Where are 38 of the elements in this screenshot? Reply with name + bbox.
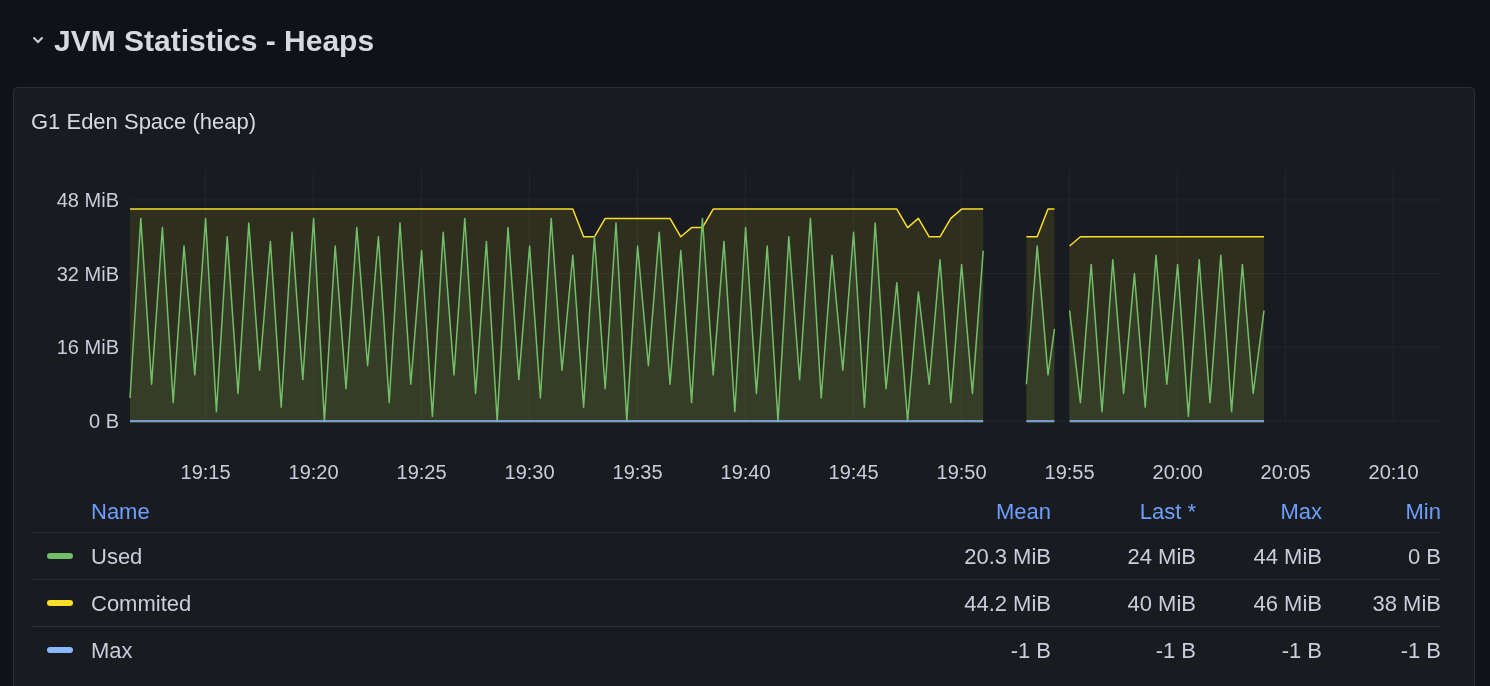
max-value: -1 B: [1280, 636, 1322, 665]
panel-title: G1 Eden Space (heap): [31, 107, 257, 136]
column-header[interactable]: Name: [31, 494, 901, 528]
last-value: -1 B: [1154, 636, 1196, 665]
section-title: JVM Statistics - Heaps: [54, 22, 375, 59]
column-header[interactable]: Last *: [1051, 494, 1196, 528]
x-axis-label: 19:50: [936, 461, 987, 483]
x-axis-label: 19:20: [288, 461, 339, 483]
x-axis-label: 19:45: [828, 461, 879, 483]
column-header[interactable]: Mean: [901, 494, 1051, 528]
max-value: 44 MiB: [1252, 542, 1322, 571]
x-axis-label: 19:40: [720, 461, 771, 483]
min-value: 0 B: [1406, 542, 1441, 571]
last-value: 24 MiB: [1126, 542, 1196, 571]
max-value: 46 MiB: [1252, 589, 1322, 618]
x-axis-label: 19:35: [612, 461, 663, 483]
y-axis-label: 16 MiB: [56, 336, 119, 359]
x-axis-label: 19:30: [504, 461, 555, 483]
x-axis-label: 20:05: [1260, 461, 1311, 483]
x-axis-label: 19:15: [180, 461, 231, 483]
x-axis-label: 19:55: [1044, 461, 1095, 483]
series-name[interactable]: Max: [91, 633, 133, 667]
column-header[interactable]: Min: [1322, 494, 1441, 528]
min-value: -1 B: [1399, 636, 1441, 665]
mean-value: 20.3 MiB: [963, 542, 1051, 571]
mean-value: 44.2 MiB: [963, 589, 1051, 618]
y-axis-label: 48 MiB: [56, 188, 119, 211]
column-header[interactable]: Max: [1196, 494, 1322, 528]
x-axis-label: 20:00: [1152, 461, 1203, 483]
y-axis-label: 0 B: [88, 410, 119, 432]
last-value: 40 MiB: [1126, 589, 1196, 618]
min-value: 38 MiB: [1371, 589, 1441, 618]
series-name[interactable]: Commited: [91, 586, 192, 620]
y-axis-label: 32 MiB: [56, 262, 119, 285]
mean-value: -1 B: [1009, 636, 1051, 665]
series-name[interactable]: Used: [91, 539, 143, 573]
x-axis-label: 19:25: [396, 461, 447, 483]
x-axis-label: 20:10: [1368, 461, 1419, 483]
